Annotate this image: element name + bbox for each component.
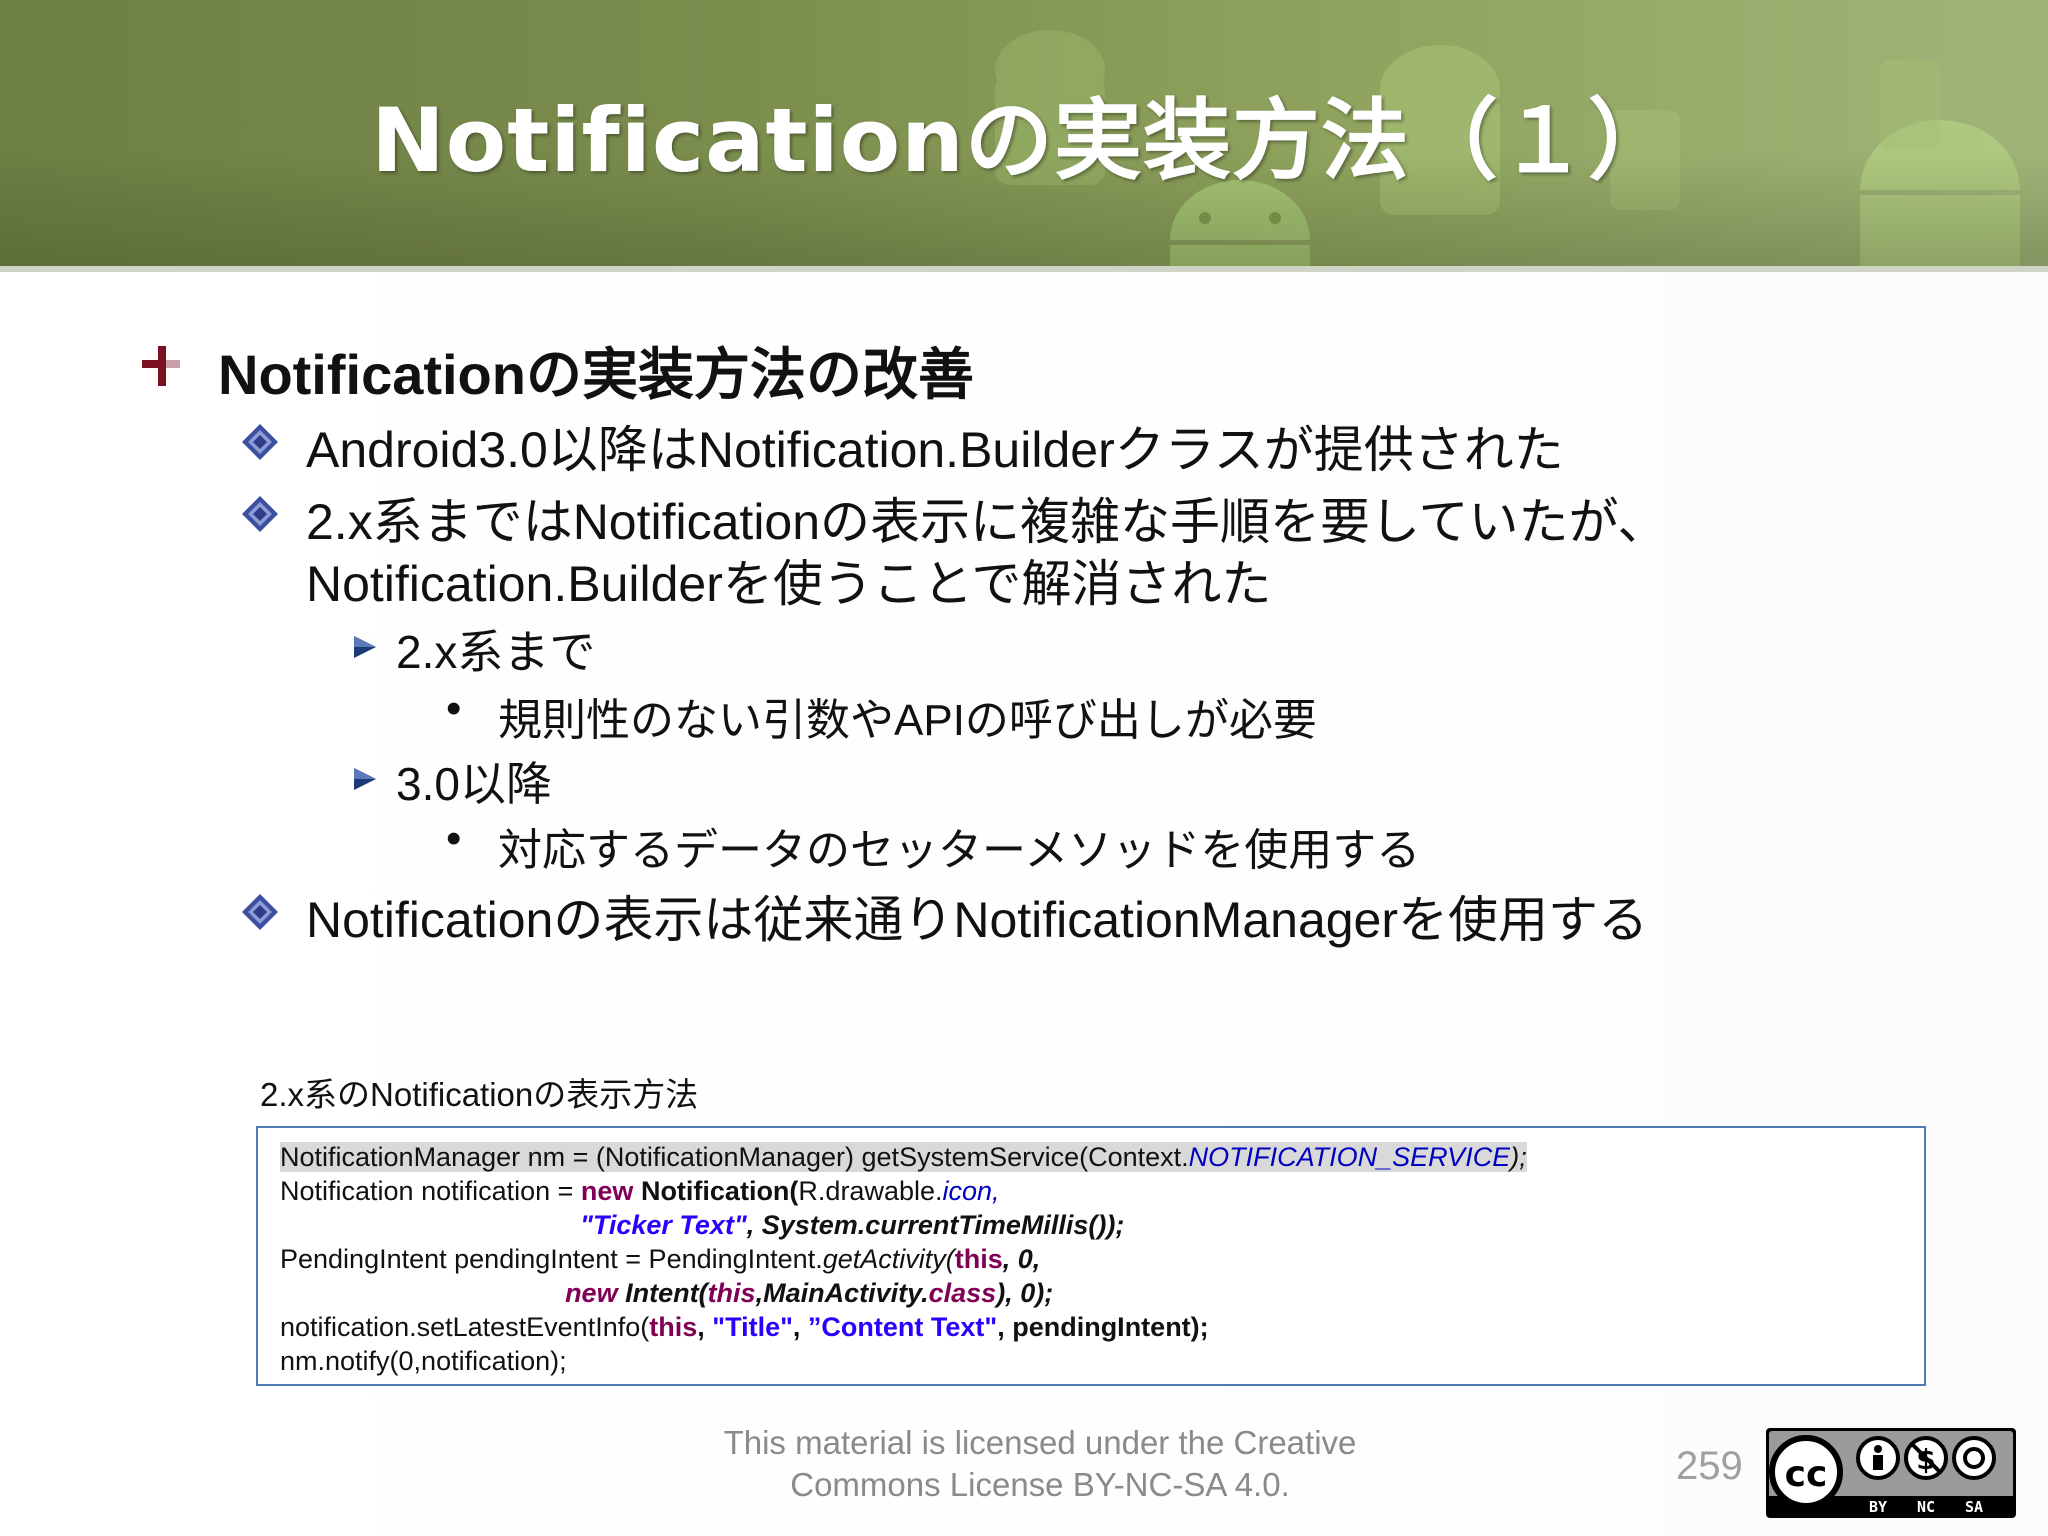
license-line: This material is licensed under the Crea… [723, 1424, 1357, 1461]
code-line: "Ticker Text", System.currentTimeMillis(… [580, 1210, 1125, 1240]
code-line: new Intent(this,MainActivity.class), 0); [565, 1278, 1054, 1308]
license-text: This material is licensed under the Crea… [640, 1422, 1440, 1506]
slide-title: Notificationの実装方法（１） [371, 89, 1677, 192]
diamond-bullet-icon [242, 496, 278, 532]
svg-text:BY: BY [1869, 1498, 1887, 1516]
diamond-bullet-icon [242, 424, 278, 460]
bullet-level4: 対応するデータのセッターメソッドを使用する [498, 826, 1421, 875]
bullet-level2: Android3.0以降はNotification.Builderクラスが提供さ… [306, 422, 1564, 478]
bullet-level3: 2.x系まで [396, 626, 596, 678]
code-listing: NotificationManager nm = (NotificationMa… [280, 1140, 1527, 1378]
svg-text:cc: cc [1785, 1454, 1828, 1495]
cc-by-nc-sa-badge-icon: cc $ BY NC SA [1766, 1428, 2016, 1518]
code-line: notification.setLatestEventInfo(this, "T… [280, 1312, 1209, 1342]
code-line: nm.notify(0,notification); [280, 1346, 567, 1376]
code-line: Notification notification = new Notifica… [280, 1176, 1000, 1206]
svg-text:NC: NC [1917, 1498, 1935, 1516]
code-caption: 2.x系のNotificationの表示方法 [260, 1076, 699, 1113]
license-line: Commons License BY-NC-SA 4.0. [790, 1466, 1290, 1503]
diamond-bullet-icon [242, 894, 278, 930]
bullet-level4: 規則性のない引数やAPIの呼び出しが必要 [498, 696, 1317, 745]
dot-bullet: • [446, 814, 462, 863]
bullet-level2-continuation: Notification.Builderを使うことで解消された [306, 556, 1272, 612]
page-number: 259 [1676, 1444, 1743, 1488]
code-line: NotificationManager nm = (NotificationMa… [280, 1142, 1527, 1172]
arrow-bullet-icon [142, 346, 180, 386]
bullet-level1: Notificationの実装方法の改善 [218, 343, 974, 406]
dot-bullet: • [446, 684, 462, 733]
code-block: NotificationManager nm = (NotificationMa… [256, 1126, 1926, 1386]
slide-header: Notificationの実装方法（１） [0, 0, 2048, 272]
triangle-bullet-icon [354, 768, 376, 790]
code-line: PendingIntent pendingIntent = PendingInt… [280, 1244, 1041, 1274]
bullet-level2: Notificationの表示は従来通りNotificationManagerを… [306, 892, 1649, 948]
triangle-bullet-icon [354, 636, 376, 658]
svg-text:SA: SA [1965, 1498, 1983, 1516]
bullet-level3: 3.0以降 [396, 758, 552, 810]
